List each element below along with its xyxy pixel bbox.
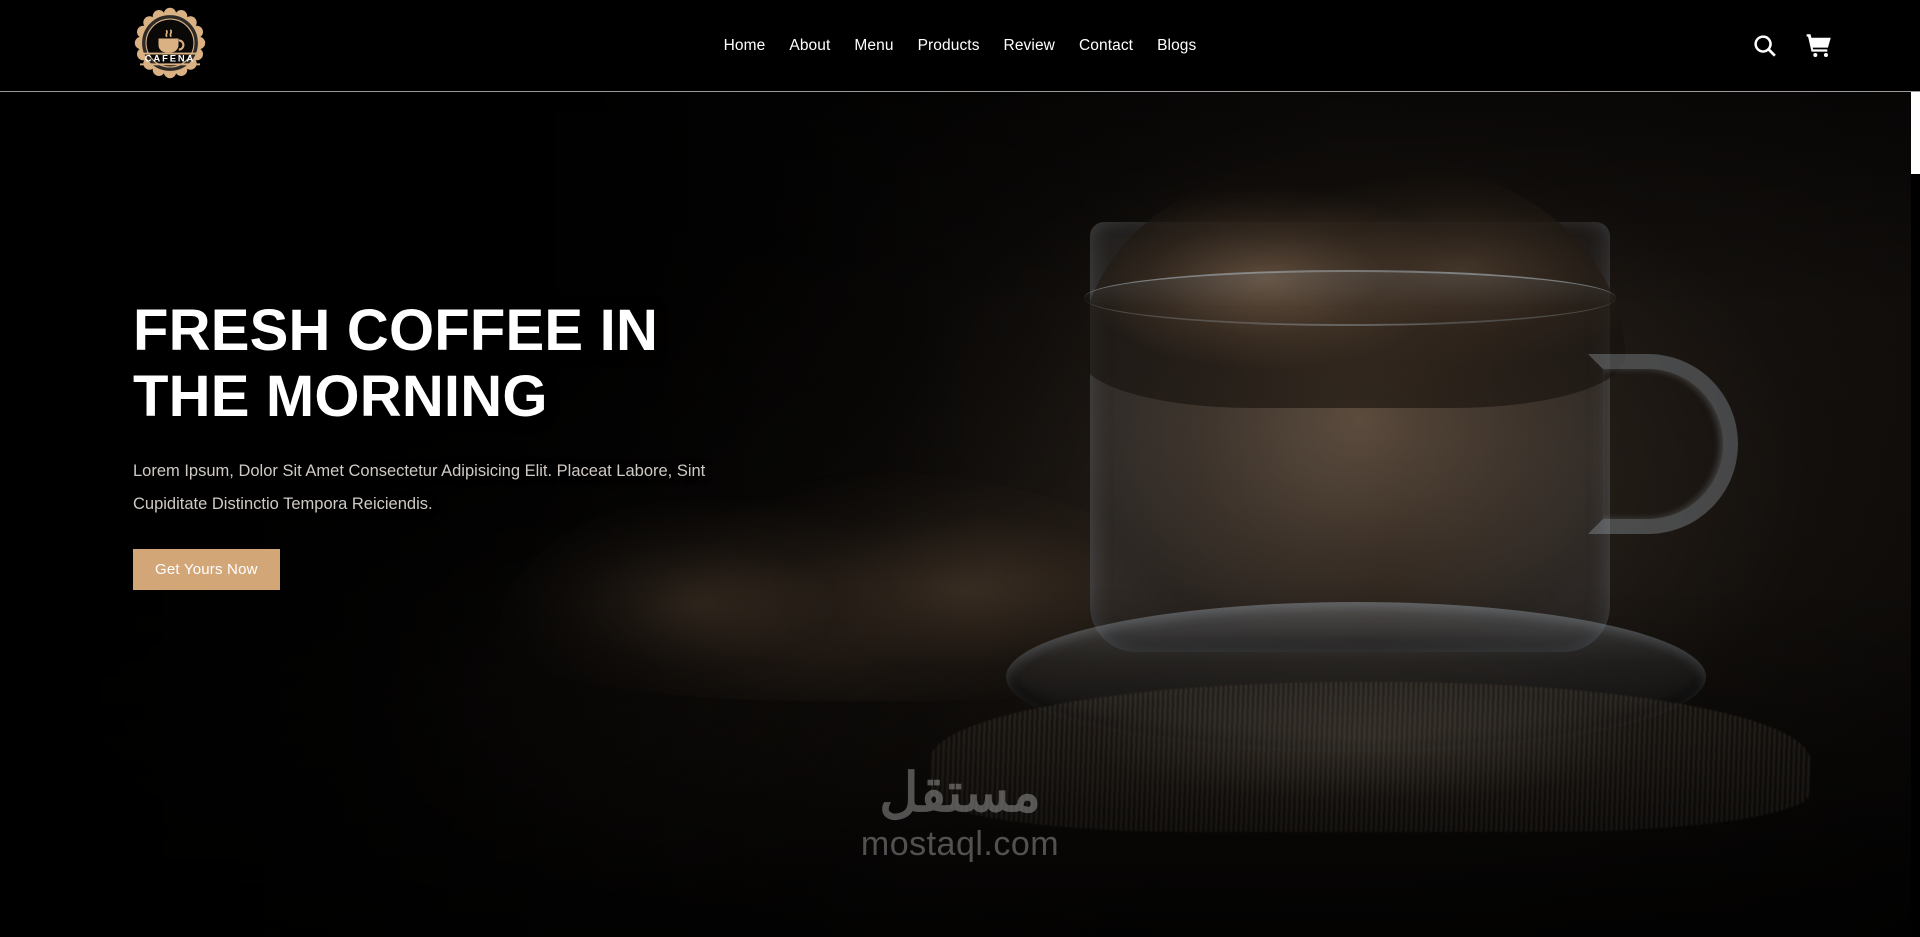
- cup-rim: [1084, 270, 1616, 326]
- nav-item-about[interactable]: About: [777, 0, 842, 92]
- header-actions: [1752, 0, 1832, 92]
- vertical-scrollbar[interactable]: [1911, 92, 1920, 937]
- hero-description: Lorem Ipsum, Dolor Sit Amet Consectetur …: [133, 462, 706, 514]
- hero-section: Fresh Coffee In The Morning Lorem Ipsum,…: [0, 92, 1920, 937]
- shopping-cart-icon[interactable]: [1806, 33, 1832, 59]
- search-icon[interactable]: [1752, 33, 1778, 59]
- nav-item-products[interactable]: Products: [906, 0, 992, 92]
- nav-item-blogs[interactable]: Blogs: [1145, 0, 1208, 92]
- primary-navigation: Home About Menu Products Review Contact …: [0, 0, 1920, 92]
- scrollbar-thumb[interactable]: [1911, 92, 1920, 174]
- page-root: CAFENA Home About Menu Products Review C…: [0, 0, 1920, 937]
- cup-handle: [1588, 354, 1738, 534]
- get-yours-now-button[interactable]: Get Yours Now: [133, 549, 280, 591]
- nav-item-contact[interactable]: Contact: [1067, 0, 1145, 92]
- burlap-cloth: [930, 682, 1810, 832]
- hero-content: Fresh Coffee In The Morning Lorem Ipsum,…: [133, 298, 893, 591]
- nav-item-menu[interactable]: Menu: [842, 0, 905, 92]
- nav-item-home[interactable]: Home: [712, 0, 778, 92]
- hero-title: Fresh Coffee In The Morning: [133, 298, 659, 429]
- site-header: CAFENA Home About Menu Products Review C…: [0, 0, 1920, 92]
- nav-item-review[interactable]: Review: [992, 0, 1067, 92]
